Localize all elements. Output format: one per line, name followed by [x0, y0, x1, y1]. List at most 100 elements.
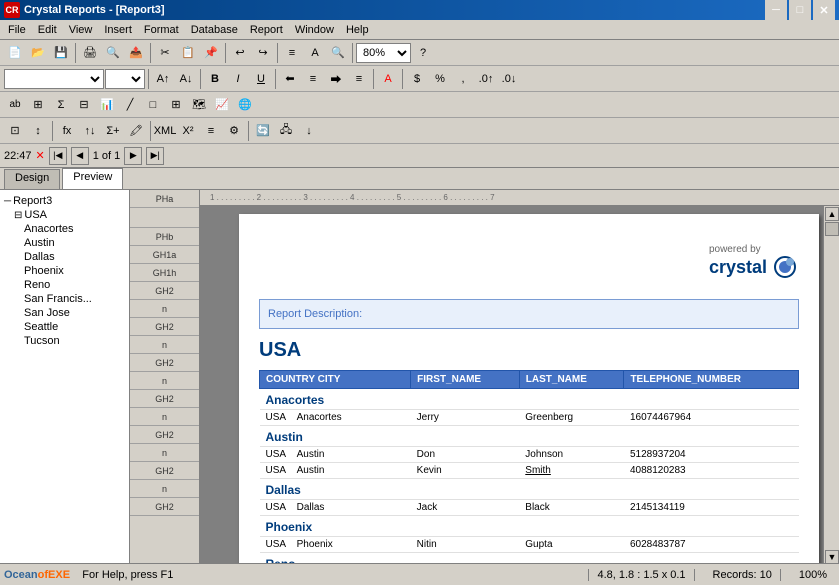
italic-button[interactable]: I [227, 68, 249, 90]
tree-root[interactable]: ─ Report3 [4, 194, 125, 208]
report-wizard-button[interactable]: ⚙ [223, 120, 245, 142]
box-button[interactable]: □ [142, 94, 164, 116]
tree-reno[interactable]: Reno [4, 278, 125, 292]
cell-lname: Gupta [519, 537, 624, 553]
nav-last-btn[interactable]: ▶| [146, 147, 164, 165]
print-button[interactable]: 🖨 [79, 42, 101, 64]
cell-phone: 16074467964 [624, 410, 799, 426]
menu-insert[interactable]: Insert [98, 21, 138, 39]
group-button[interactable]: ⊟ [73, 94, 95, 116]
formula-button[interactable]: fx [56, 120, 78, 142]
sum-button[interactable]: Σ [50, 94, 72, 116]
report-desc-label: Report Description: [268, 308, 362, 320]
align-right-button[interactable]: ⮕ [325, 68, 347, 90]
font-down-button[interactable]: A↓ [175, 68, 197, 90]
dec-inc-button[interactable]: .0↑ [475, 68, 497, 90]
tree-san-jose[interactable]: San Jose [4, 306, 125, 320]
currency-button[interactable]: $ [406, 68, 428, 90]
tab-preview[interactable]: Preview [62, 168, 123, 189]
chart-button[interactable]: 📊 [96, 94, 118, 116]
select-expert-button[interactable]: ≡ [200, 120, 222, 142]
tree-usa[interactable]: ⊟ USA [4, 208, 125, 222]
close-button[interactable]: ✕ [813, 0, 835, 21]
tree-phoenix[interactable]: Phoenix [4, 264, 125, 278]
font-color-button[interactable]: A [377, 68, 399, 90]
print-preview-button[interactable]: 🔍 [102, 42, 124, 64]
font-name-select[interactable] [4, 69, 104, 89]
xml-button[interactable]: XML [154, 120, 176, 142]
scroll-thumb [825, 222, 839, 236]
menu-edit[interactable]: Edit [32, 21, 63, 39]
tree-tucson-label: Tucson [24, 335, 60, 347]
drill-button[interactable]: ↓ [298, 120, 320, 142]
tree-austin[interactable]: Austin [4, 236, 125, 250]
nav-close-btn[interactable]: ✕ [36, 149, 45, 162]
menu-window[interactable]: Window [289, 21, 340, 39]
nav-first-btn[interactable]: |◀ [49, 147, 67, 165]
scroll-up-btn[interactable]: ▲ [825, 207, 839, 221]
report-area[interactable]: 1 . . . . . . . . . 2 . . . . . . . . . … [200, 190, 839, 563]
minimize-button[interactable]: ─ [765, 0, 787, 21]
tree-anacortes[interactable]: Anacortes [4, 222, 125, 236]
export-button[interactable]: 📤 [125, 42, 147, 64]
font-up-button[interactable]: A↑ [152, 68, 174, 90]
field-list-button[interactable]: ≡ [281, 42, 303, 64]
x2-button[interactable]: X² [177, 120, 199, 142]
report-header-logo: powered by crystal [259, 234, 799, 289]
running-total-button[interactable]: Σ+ [102, 120, 124, 142]
nav-prev-btn[interactable]: ◀ [71, 147, 89, 165]
group-sort-button[interactable]: ↑↓ [79, 120, 101, 142]
map-button[interactable]: 🗺 [188, 94, 210, 116]
redo-button[interactable]: ↪ [252, 42, 274, 64]
tree-tucson[interactable]: Tucson [4, 334, 125, 348]
bold-button[interactable]: B [204, 68, 226, 90]
tree-san-francisco[interactable]: San Francis... [4, 292, 125, 306]
table-header-row: COUNTRY CITY FIRST_NAME LAST_NAME TELEPH… [260, 371, 799, 389]
section-n4: n [130, 408, 199, 426]
dec-dec-button[interactable]: .0↓ [498, 68, 520, 90]
highlight-button[interactable]: 🖍 [125, 120, 147, 142]
percent-button[interactable]: % [429, 68, 451, 90]
globe-button[interactable]: 🌐 [234, 94, 256, 116]
section-expert-button[interactable]: ⊡ [4, 120, 26, 142]
tab-design[interactable]: Design [4, 169, 60, 189]
cut-button[interactable]: ✂ [154, 42, 176, 64]
format-button[interactable]: A [304, 42, 326, 64]
toolbar-2: A↑ A↓ B I U ⬅ ≡ ⮕ ≡ A $ % , .0↑ .0↓ [0, 66, 839, 92]
tree-dallas[interactable]: Dallas [4, 250, 125, 264]
section-gh1a: GH1a [130, 246, 199, 264]
bar-chart-button[interactable]: 📈 [211, 94, 233, 116]
cross-tab-button[interactable]: ⊞ [165, 94, 187, 116]
server-button[interactable]: 🖧 [275, 120, 297, 142]
menu-database[interactable]: Database [185, 21, 244, 39]
justify-button[interactable]: ≡ [348, 68, 370, 90]
maximize-button[interactable]: □ [789, 0, 811, 21]
menu-help[interactable]: Help [340, 21, 375, 39]
new-button[interactable]: 📄 [4, 42, 26, 64]
text-object-button[interactable]: ab [4, 94, 26, 116]
nav-next-btn[interactable]: ▶ [124, 147, 142, 165]
undo-button[interactable]: ↩ [229, 42, 251, 64]
scroll-down-btn[interactable]: ▼ [825, 550, 839, 563]
refresh-button[interactable]: 🔄 [252, 120, 274, 142]
font-size-select[interactable] [105, 69, 145, 89]
comma-button[interactable]: , [452, 68, 474, 90]
table-button[interactable]: ⊞ [27, 94, 49, 116]
save-button[interactable]: 💾 [50, 42, 72, 64]
menu-file[interactable]: File [2, 21, 32, 39]
menu-format[interactable]: Format [138, 21, 185, 39]
menu-view[interactable]: View [63, 21, 99, 39]
align-left-button[interactable]: ⬅ [279, 68, 301, 90]
align-center-button[interactable]: ≡ [302, 68, 324, 90]
paste-button[interactable]: 📌 [200, 42, 222, 64]
copy-button[interactable]: 📋 [177, 42, 199, 64]
find-button[interactable]: 🔍 [327, 42, 349, 64]
menu-report[interactable]: Report [244, 21, 289, 39]
tree-seattle[interactable]: Seattle [4, 320, 125, 334]
line-button[interactable]: ╱ [119, 94, 141, 116]
open-button[interactable]: 📂 [27, 42, 49, 64]
underline-button[interactable]: U [250, 68, 272, 90]
record-sort-button[interactable]: ↕ [27, 120, 49, 142]
zoom-select[interactable]: 80% 100% 150% [356, 43, 411, 63]
help-button[interactable]: ? [412, 42, 434, 64]
